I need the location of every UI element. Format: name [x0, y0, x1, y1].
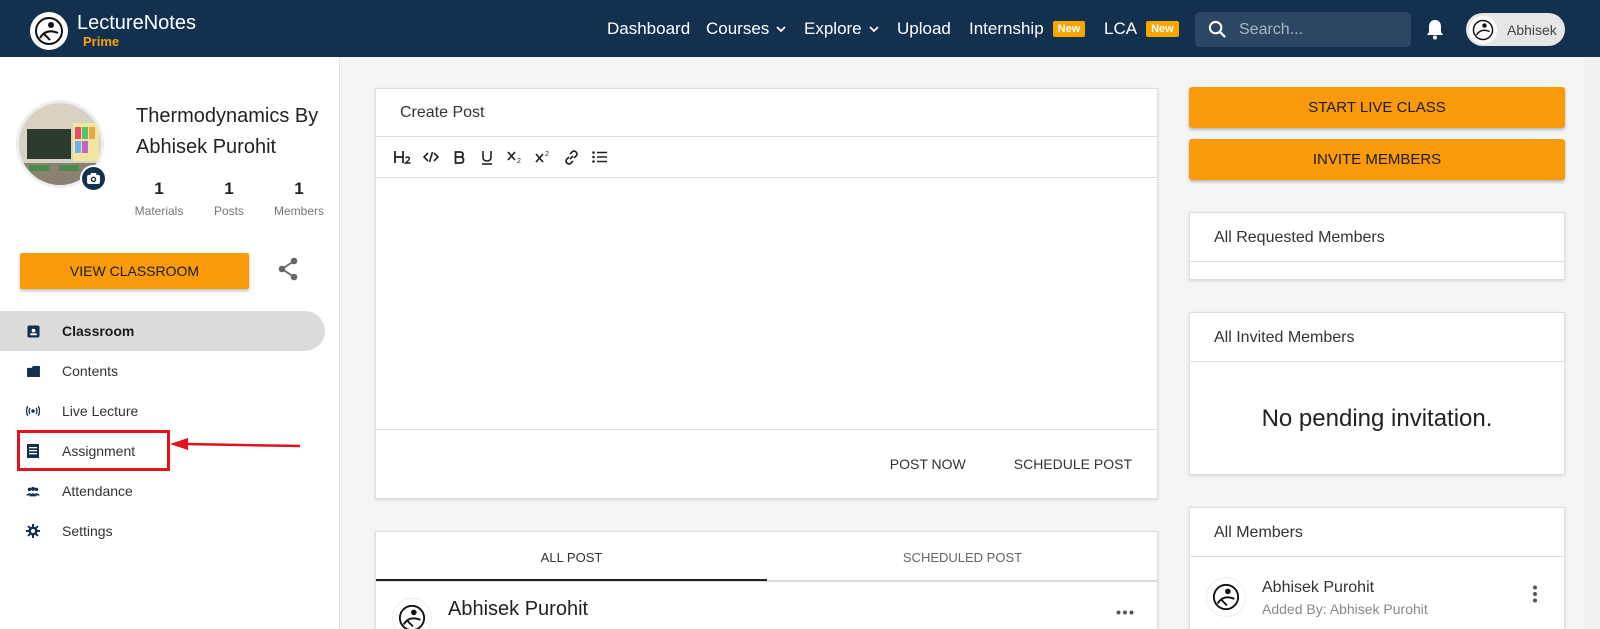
- post-now-button[interactable]: POST NOW: [890, 456, 966, 472]
- all-members-title: All Members: [1190, 508, 1564, 557]
- user-menu[interactable]: Abhisek: [1466, 13, 1565, 46]
- annotation-arrow-icon: [170, 438, 301, 450]
- sidebar-item-label: Settings: [62, 523, 113, 539]
- heading-icon[interactable]: [389, 145, 417, 169]
- broadcast-icon: [26, 404, 40, 418]
- nav-courses-label: Courses: [706, 19, 770, 38]
- stat-members: 1 Members: [264, 179, 334, 218]
- nav-explore[interactable]: Explore: [804, 19, 879, 39]
- stat-label: Posts: [213, 204, 244, 218]
- member-name: Abhisek Purohit: [1262, 579, 1375, 596]
- top-navbar: LectureNotes Prime Dashboard Courses Exp…: [0, 0, 1600, 57]
- sidebar: Thermodynamics By Abhisek Purohit 1 Mate…: [0, 57, 340, 629]
- svg-text:2: 2: [545, 151, 549, 158]
- invited-members-title: All Invited Members: [1190, 313, 1564, 362]
- gear-icon: [26, 524, 40, 538]
- sidebar-item-label: Live Lecture: [62, 403, 139, 419]
- post-author[interactable]: Abhisek Purohit: [448, 598, 588, 621]
- brand-sub: Prime: [83, 34, 120, 49]
- all-members-card: All Members Abhisek Purohit Added By: Ab…: [1189, 507, 1565, 629]
- svg-text:2: 2: [517, 158, 521, 164]
- classroom-title: Thermodynamics By Abhisek Purohit: [136, 105, 319, 158]
- search-box[interactable]: [1195, 12, 1411, 47]
- member-row: Abhisek Purohit Added By: Abhisek Purohi…: [1190, 557, 1564, 627]
- post-card: Abhisek Purohit: [375, 581, 1158, 629]
- create-post-card: Create Post 2 2 POST NOW SCHEDULE POST: [375, 88, 1158, 499]
- underline-icon[interactable]: [473, 145, 501, 169]
- view-classroom-button[interactable]: VIEW CLASSROOM: [20, 253, 249, 289]
- create-post-title: Create Post: [376, 89, 1157, 137]
- tab-scheduled-post[interactable]: SCHEDULED POST: [767, 532, 1158, 582]
- superscript-icon[interactable]: 2: [529, 145, 557, 169]
- avatar: [1206, 577, 1246, 617]
- chevron-down-icon: [869, 25, 879, 32]
- sidebar-item-label: Classroom: [62, 323, 135, 339]
- nav-lca[interactable]: LCA New: [1104, 19, 1179, 39]
- sidebar-item-label: Contents: [62, 363, 119, 379]
- folder-icon: [26, 364, 40, 378]
- sidebar-item-label: Attendance: [62, 483, 133, 499]
- share-icon[interactable]: [277, 257, 299, 286]
- avatar: [1469, 15, 1497, 44]
- sidebar-item-contents[interactable]: Contents: [0, 351, 340, 391]
- schedule-post-button[interactable]: SCHEDULE POST: [1014, 456, 1132, 472]
- nav-internship[interactable]: Internship New: [969, 19, 1086, 39]
- classroom-icon: [26, 324, 40, 338]
- brand-name: LectureNotes: [77, 12, 196, 34]
- nav-explore-label: Explore: [804, 19, 862, 38]
- people-icon: [26, 484, 40, 498]
- user-name: Abhisek: [1507, 21, 1557, 38]
- link-icon[interactable]: [557, 145, 585, 169]
- sidebar-item-live-lecture[interactable]: Live Lecture: [0, 391, 340, 431]
- annotation-highlight-box: [17, 430, 170, 471]
- brand[interactable]: LectureNotes Prime: [30, 12, 196, 50]
- nav-lca-label: LCA: [1104, 19, 1138, 38]
- subscript-icon[interactable]: 2: [501, 145, 529, 169]
- more-horizontal-icon[interactable]: [1116, 598, 1134, 621]
- nav-courses[interactable]: Courses: [706, 19, 786, 39]
- search-icon: [1208, 20, 1226, 38]
- invite-members-button[interactable]: INVITE MEMBERS: [1189, 139, 1565, 180]
- empty-state-text: No pending invitation.: [1261, 404, 1493, 432]
- code-icon[interactable]: [417, 145, 445, 169]
- nav-dashboard[interactable]: Dashboard: [607, 19, 690, 39]
- post-editor[interactable]: [376, 178, 1157, 430]
- new-badge: New: [1146, 21, 1179, 37]
- stat-value: 1: [154, 179, 164, 198]
- scrollbar[interactable]: [1584, 57, 1600, 629]
- bell-icon[interactable]: [1425, 18, 1445, 45]
- tab-all-post[interactable]: ALL POST: [376, 532, 767, 582]
- classroom-stats: 1 Materials 1 Posts 1 Members: [124, 179, 334, 218]
- camera-icon[interactable]: [80, 165, 107, 192]
- requested-members-card: All Requested Members: [1189, 212, 1565, 280]
- start-live-class-button[interactable]: START LIVE CLASS: [1189, 87, 1565, 128]
- brand-logo-icon: [30, 12, 68, 50]
- stat-materials: 1 Materials: [124, 179, 194, 218]
- list-icon[interactable]: [585, 145, 613, 169]
- editor-toolbar: 2 2: [376, 137, 1157, 178]
- nav-upload[interactable]: Upload: [897, 19, 951, 39]
- search-input[interactable]: [1239, 20, 1399, 39]
- bold-icon[interactable]: [445, 145, 473, 169]
- member-added-by: Added By: Abhisek Purohit: [1262, 601, 1428, 617]
- stat-posts: 1 Posts: [194, 179, 264, 218]
- sidebar-item-settings[interactable]: Settings: [0, 511, 340, 551]
- stat-label: Members: [273, 204, 324, 218]
- stat-value: 1: [294, 179, 304, 198]
- sidebar-item-attendance[interactable]: Attendance: [0, 471, 340, 511]
- more-vertical-icon[interactable]: [1532, 585, 1538, 608]
- sidebar-item-classroom[interactable]: Classroom: [0, 311, 325, 351]
- requested-members-title: All Requested Members: [1190, 213, 1564, 262]
- avatar: [392, 598, 432, 629]
- post-tabs: ALL POST SCHEDULED POST: [375, 531, 1158, 582]
- invited-members-card: All Invited Members No pending invitatio…: [1189, 312, 1565, 475]
- nav-internship-label: Internship: [969, 19, 1044, 38]
- chevron-down-icon: [776, 25, 786, 32]
- stat-value: 1: [224, 179, 234, 198]
- new-badge: New: [1052, 21, 1086, 37]
- stat-label: Materials: [134, 204, 184, 218]
